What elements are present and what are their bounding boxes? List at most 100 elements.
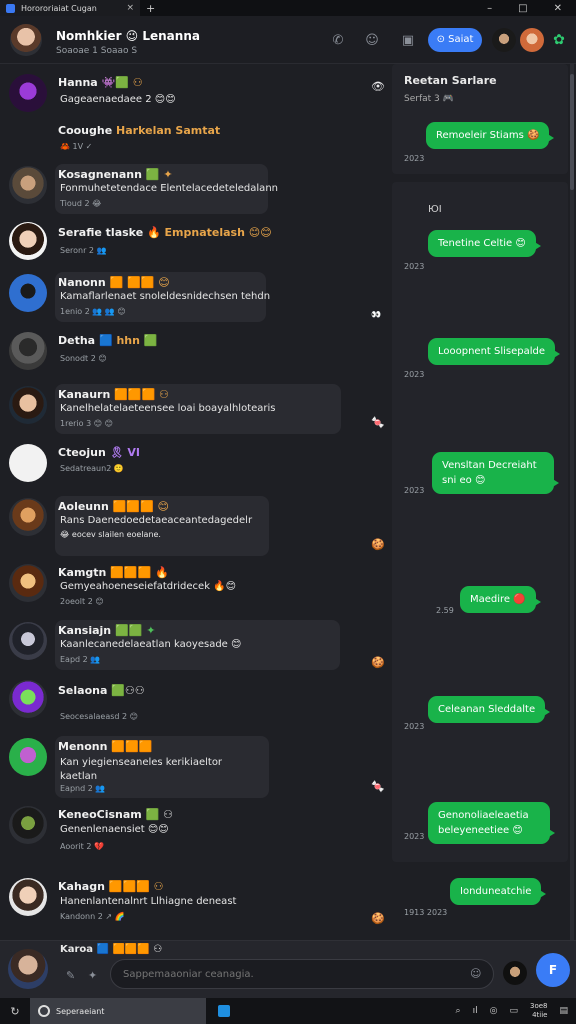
list-item: KeneoCisnam 🟩 ⚇ Genenlenaensiet 😊😊 Aoori…: [0, 802, 390, 872]
avatar[interactable]: [9, 498, 47, 536]
message-bubble[interactable]: Remoeleir Stiams 🍪: [426, 122, 555, 149]
message-meta: Kandonn 2 ↗ 🌈: [60, 912, 125, 921]
avatar[interactable]: [9, 680, 47, 718]
scrollbar[interactable]: [570, 64, 574, 940]
list-item: Cteojun 🎗 VI Sedatreaun2 🙂: [0, 440, 390, 496]
avatar[interactable]: [9, 878, 47, 916]
browser-tab[interactable]: Horororiaiat Cugan ×: [0, 0, 140, 16]
message-text: Gageaenaedaee 2 😊😊: [60, 94, 176, 105]
message-bubble[interactable]: Vensltan Decreiaht sni eo 😊: [432, 452, 559, 494]
avatar[interactable]: [492, 28, 516, 52]
message-text: Genenlenaensiet 😊😊: [60, 824, 169, 835]
smile-icon[interactable]: ☺: [364, 33, 380, 49]
avatar[interactable]: [9, 622, 47, 660]
list-item: Cooughe Harkelan Samtat 🦀 1V ✓: [0, 122, 390, 166]
avatar[interactable]: [9, 738, 47, 776]
author-tags: 🟩🟩 ✦: [114, 624, 156, 637]
timestamp: 2023: [404, 722, 425, 731]
author-name: Kanaurn: [58, 388, 111, 401]
message-bubble[interactable]: Celeanan Sleddalte: [428, 696, 551, 723]
author-name: Menonn: [58, 740, 108, 753]
wifi-icon[interactable]: ıl: [473, 1006, 478, 1016]
eye-icon[interactable]: 👁: [371, 80, 385, 93]
clock-date: 4tiie: [532, 1011, 548, 1019]
tab-close-icon[interactable]: ×: [126, 3, 134, 13]
eye-icon[interactable]: 👀: [371, 310, 381, 319]
avatar[interactable]: [9, 166, 47, 204]
new-tab-icon[interactable]: +: [146, 2, 155, 15]
start-icon[interactable]: ↻: [0, 1005, 30, 1018]
cookie-icon[interactable]: 🍪: [371, 656, 385, 669]
avatar[interactable]: [520, 28, 544, 52]
send-button[interactable]: F: [536, 953, 570, 987]
taskbar-app-label: Seperaeiant: [56, 1006, 105, 1016]
avatar[interactable]: [9, 332, 47, 370]
attach-icon[interactable]: ✎: [66, 969, 75, 982]
author-name: Detha: [58, 334, 96, 347]
list-item: Kansiajn 🟩🟩 ✦ Kaanlecanedelaeatlan kaoye…: [0, 620, 390, 676]
author-tags: 🔥 Empnatelash 😊😊: [147, 226, 272, 239]
avatar[interactable]: [9, 222, 47, 260]
message-feed[interactable]: Hanna 👾🟩 ⚇ Gageaenaedaee 2 😊😊 👁 Cooughe …: [0, 64, 390, 940]
message-bubble[interactable]: Looopnent Slisepalde: [428, 338, 561, 365]
volume-icon[interactable]: ◎: [490, 1006, 498, 1016]
chat-title: Nomhkier 😉 Lenanna: [56, 29, 200, 43]
message-bubble[interactable]: Maedire 🔴: [460, 586, 541, 613]
avatar[interactable]: [503, 961, 527, 985]
avatar[interactable]: [10, 24, 42, 56]
maximize-icon[interactable]: □: [518, 3, 527, 14]
cookie-icon[interactable]: 🍪: [371, 912, 385, 925]
author-name: Kamgtn: [58, 566, 107, 579]
candy-icon[interactable]: 🍬: [371, 416, 385, 429]
clock[interactable]: 3oe8 4tiie: [530, 1002, 548, 1020]
taskbar-app[interactable]: Seperaeiant: [30, 998, 206, 1024]
window-close-icon[interactable]: ✕: [554, 3, 562, 14]
author-tags: 🟦 hhn 🟩: [98, 334, 158, 347]
message-text: Kan yiegienseaneles kerikiaeltor kaetlan: [60, 757, 223, 782]
message-text: Fonmuhetetendace Elentelacedeteledalann: [60, 183, 278, 194]
battery-icon[interactable]: ▭: [509, 1006, 518, 1016]
search-icon[interactable]: ⌕: [456, 1006, 461, 1016]
author-name: Selaona: [58, 684, 108, 697]
message-meta: Seronr 2 👥: [60, 246, 107, 255]
avatar[interactable]: [9, 386, 47, 424]
author-tags: 🟧 🟧🟧 😊: [109, 276, 170, 289]
message-meta: Eapd 2 👥: [60, 655, 101, 664]
timestamp: 1913 2023: [404, 908, 448, 917]
camera-icon[interactable]: ▣: [400, 33, 416, 49]
message-bubble[interactable]: Ionduneatchie: [450, 878, 547, 905]
timestamp: 2.59: [436, 606, 454, 615]
avatar[interactable]: [9, 274, 47, 312]
cookie-icon[interactable]: 🍪: [371, 538, 385, 551]
list-item: Hanna 👾🟩 ⚇ Gageaenaedaee 2 😊😊 👁: [0, 70, 390, 122]
menu-icon[interactable]: ✿: [550, 31, 568, 49]
emoji-icon[interactable]: ☺: [470, 967, 481, 980]
list-item: Menonn 🟧🟧🟧 Kan yiegienseaneles kerikiael…: [0, 736, 390, 800]
message-meta: 2oeolt 2 😊: [60, 597, 104, 606]
sparkle-icon[interactable]: ✦: [88, 969, 97, 982]
message-input[interactable]: [110, 959, 494, 989]
author-name: Cteojun: [58, 446, 106, 459]
status-button[interactable]: ⊙ Saiat: [428, 28, 482, 52]
message-bubble[interactable]: Tenetine Celtie 😊: [428, 230, 541, 257]
avatar[interactable]: [9, 444, 47, 482]
avatar[interactable]: [9, 74, 47, 112]
avatar[interactable]: [9, 806, 47, 844]
message-text: Rans Daenedoedetaeaceantedagedelr: [60, 515, 253, 526]
phone-icon[interactable]: ✆: [330, 33, 346, 49]
avatar[interactable]: [8, 949, 48, 989]
candy-icon[interactable]: 🍬: [371, 780, 385, 793]
notification-icon[interactable]: ▤: [559, 1006, 568, 1016]
message-bubble[interactable]: Genonoliaeleaetia beleyeneetiee 😊: [428, 802, 555, 844]
minimize-icon[interactable]: –: [487, 3, 492, 14]
author-tags: 🟧🟧🟧 😊: [112, 500, 170, 513]
avatar[interactable]: [9, 564, 47, 602]
author-tags: 🟧🟧🟧 ⚇: [114, 388, 169, 401]
author-tags: 🟧🟧🟧 🔥: [110, 566, 169, 579]
panel-card: ЮI Tenetine Celtie 😊 2023 Looopnent Slis…: [392, 182, 568, 862]
author-tags: 🟧🟧🟧: [111, 740, 153, 753]
taskbar-app-icon[interactable]: [218, 1005, 230, 1017]
scrollbar-thumb[interactable]: [570, 74, 574, 190]
message-meta: 😂 eocev slailen eoelane.: [60, 530, 161, 539]
taskbar: ↻ Seperaeiant ⌕ ıl ◎ ▭ 3oe8 4tiie ▤: [0, 998, 576, 1024]
